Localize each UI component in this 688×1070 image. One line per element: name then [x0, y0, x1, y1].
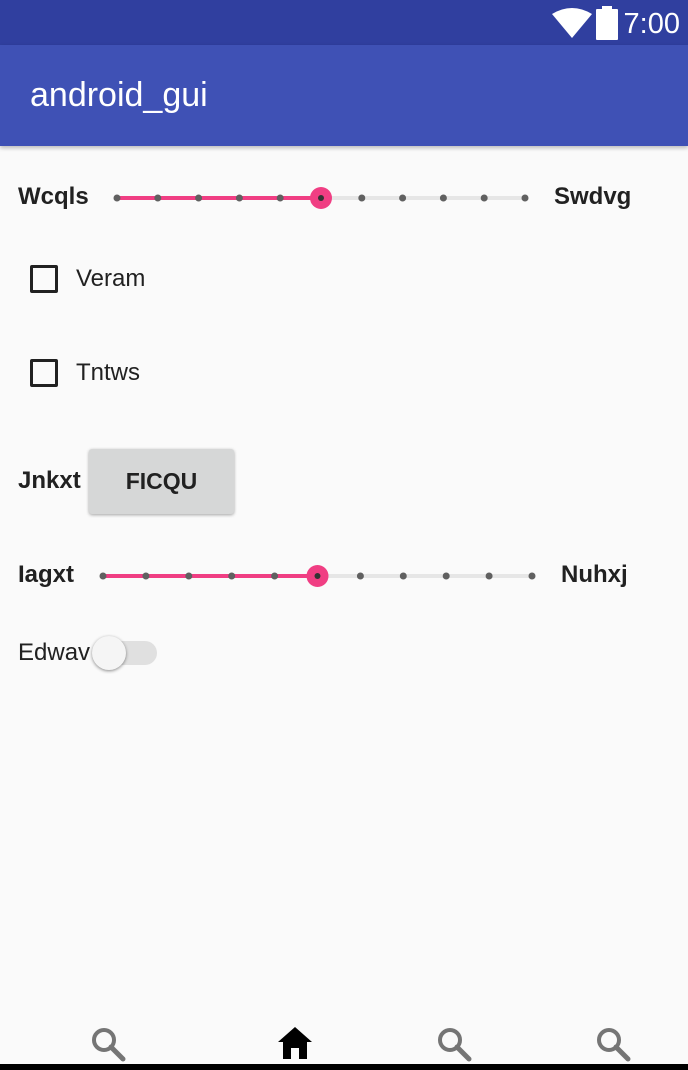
home-icon[interactable]	[277, 1025, 313, 1061]
slider-1[interactable]	[100, 178, 540, 218]
slider-1-max-label: Swdvg	[554, 183, 632, 210]
checkbox-tntws-label: Tntws	[76, 359, 141, 386]
slider-2-tick[interactable]	[228, 572, 236, 580]
slider-1-thumb-center[interactable]	[318, 195, 324, 201]
checkbox-tntws-box[interactable]	[30, 359, 58, 387]
slider-2-min-label: Iagxt	[18, 561, 75, 588]
slider-2-thumb-center[interactable]	[314, 573, 321, 579]
edwav-switch[interactable]	[92, 636, 158, 672]
switch-label: Edwav	[18, 639, 91, 666]
switch-thumb[interactable]	[92, 636, 126, 670]
slider-1-tick[interactable]	[439, 194, 447, 202]
slider-1-tick[interactable]	[195, 194, 203, 202]
app-title: android_gui	[30, 76, 208, 114]
screen: 7:00 android_gui Wcqls Swdvg Veram Tntws…	[0, 0, 688, 1070]
slider-1-tick[interactable]	[235, 194, 243, 202]
search-icon[interactable]	[436, 1026, 472, 1062]
button-row-label: Jnkxt	[18, 467, 81, 494]
app-bar: android_gui	[0, 45, 688, 146]
slider-1-tick[interactable]	[521, 194, 529, 202]
status-time: 7:00	[623, 8, 680, 40]
slider-1-tick[interactable]	[154, 194, 162, 202]
slider-2-tick[interactable]	[185, 572, 193, 580]
slider-2-max-label: Nuhxj	[561, 561, 628, 588]
slider-1-min-label: Wcqls	[18, 183, 89, 210]
slider-2-tick[interactable]	[142, 572, 150, 580]
checkbox-veram-label: Veram	[76, 265, 146, 292]
slider-2-track[interactable]	[88, 556, 548, 596]
slider-2-tick[interactable]	[442, 572, 450, 580]
search-icon[interactable]	[595, 1026, 631, 1062]
slider-2-tick[interactable]	[99, 572, 107, 580]
slider-1-tick[interactable]	[399, 194, 407, 202]
slider-2-tick[interactable]	[485, 572, 493, 580]
slider-1-track[interactable]	[100, 178, 540, 218]
slider-2-tick[interactable]	[528, 572, 536, 580]
slider-1-tick[interactable]	[276, 194, 284, 202]
slider-2[interactable]	[88, 556, 548, 596]
slider-1-tick[interactable]	[113, 194, 121, 202]
status-bar: 7:00	[0, 0, 688, 45]
bottom-nav	[0, 1010, 688, 1070]
ficqu-button[interactable]: FICQU	[89, 449, 234, 514]
slider-2-tick[interactable]	[356, 572, 364, 580]
slider-2-tick[interactable]	[271, 572, 279, 580]
bottom-edge	[0, 1064, 688, 1070]
search-icon[interactable]	[90, 1026, 126, 1062]
slider-1-tick[interactable]	[358, 194, 366, 202]
battery-icon	[596, 6, 618, 40]
wifi-icon	[552, 8, 592, 38]
checkbox-veram-box[interactable]	[30, 265, 58, 293]
slider-2-tick[interactable]	[399, 572, 407, 580]
slider-1-tick[interactable]	[480, 194, 488, 202]
